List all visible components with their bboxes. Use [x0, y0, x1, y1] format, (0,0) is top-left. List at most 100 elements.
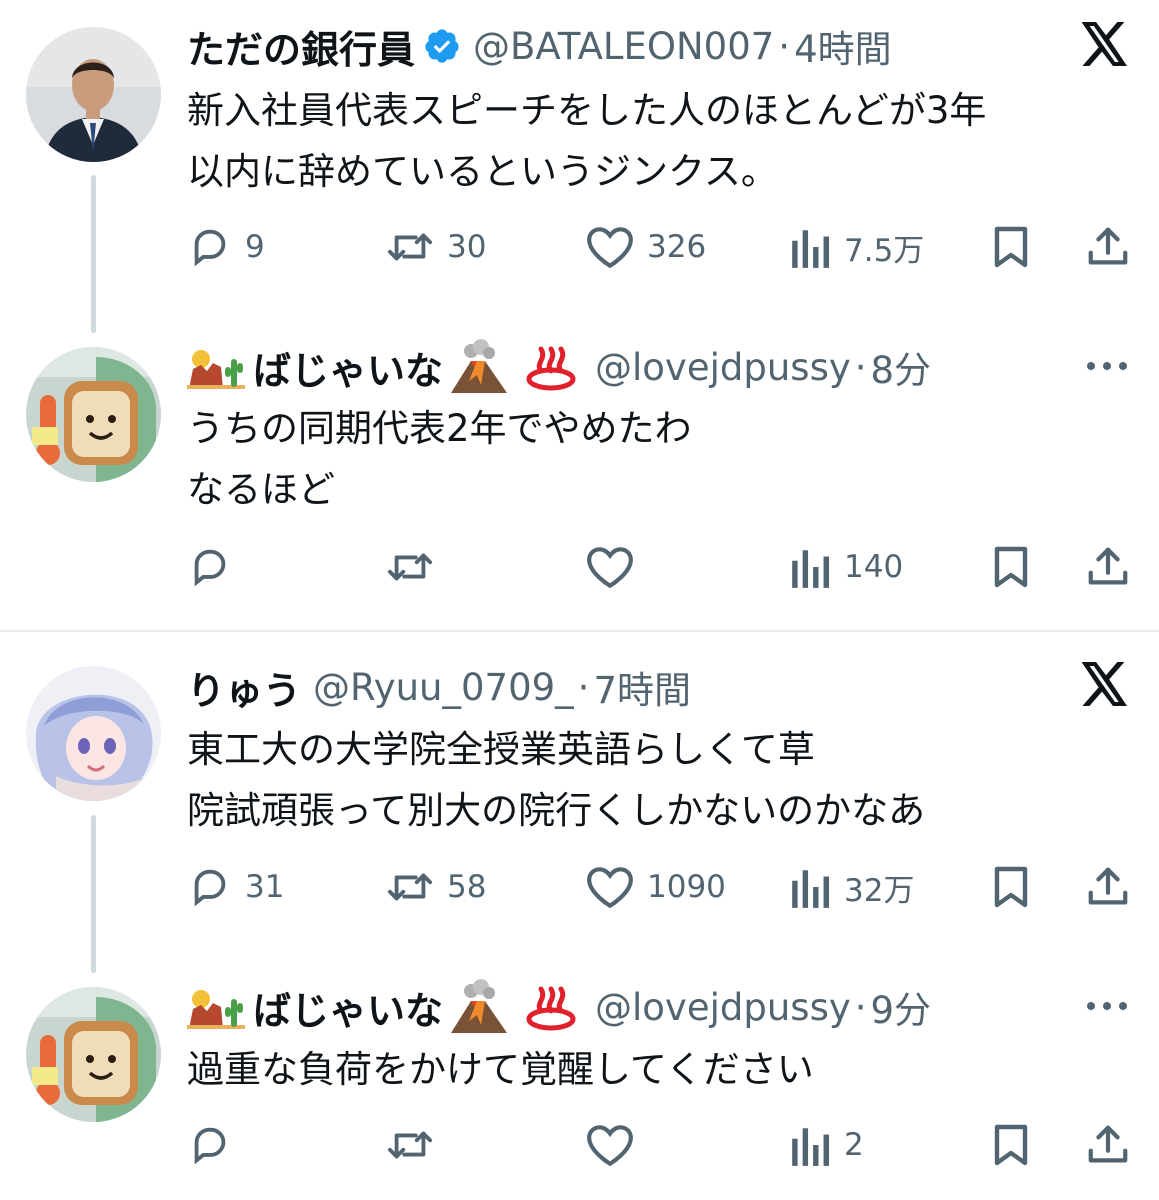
heart-icon [587, 547, 633, 589]
retweet-count: 58 [447, 869, 487, 905]
tweet-text-line: 新入社員代表スピーチをした人のほとんどが3年 [187, 89, 987, 132]
reply-icon [194, 229, 226, 267]
like-button[interactable] [585, 542, 635, 592]
volcano-emoji-icon [447, 339, 509, 395]
views-button[interactable]: 140 [790, 542, 903, 592]
like-button[interactable] [585, 1120, 635, 1170]
retweet-button[interactable] [385, 542, 435, 592]
tweet-text: 東工大の大学院全授業英語らしくて草 院試頑張って別大の院行くしかないのかなあ [187, 719, 925, 841]
tweet-text-line: 東工大の大学院全授業英語らしくて草 [187, 728, 815, 771]
timestamp[interactable]: 9分 [871, 980, 932, 1034]
reply-button[interactable] [187, 1120, 233, 1170]
separator-dot: · [778, 24, 791, 68]
timestamp[interactable]: 7時間 [593, 660, 691, 714]
tweet-header: ばじゃいな @lovejdpussy · 8分 [187, 337, 931, 397]
handle[interactable]: @BATALEON007 [473, 25, 774, 68]
views-chart-icon [792, 230, 829, 268]
heart-icon [587, 227, 633, 269]
hot-springs-emoji-icon [525, 343, 577, 391]
handle[interactable]: @lovejdpussy [595, 986, 851, 1029]
tweet-text-line: なるほど [187, 468, 335, 511]
display-name[interactable]: ばじゃいな [253, 980, 443, 1035]
more-icon[interactable] [1085, 996, 1129, 1020]
hot-springs-emoji-icon [525, 983, 577, 1031]
bookmark-button[interactable] [991, 542, 1031, 592]
retweet-button[interactable]: 58 [385, 862, 486, 912]
like-count: 1090 [647, 869, 726, 905]
bookmark-button[interactable] [991, 862, 1031, 912]
display-name[interactable]: ばじゃいな [253, 340, 443, 395]
reply-count: 9 [245, 229, 265, 265]
handle[interactable]: @lovejdpussy [595, 346, 851, 389]
verified-badge-icon [423, 27, 461, 65]
reply-button[interactable] [187, 542, 233, 592]
share-icon [1088, 547, 1128, 585]
share-icon [1088, 227, 1128, 265]
x-logo-icon[interactable] [1081, 662, 1129, 710]
avatar[interactable] [26, 666, 161, 801]
bookmark-icon [994, 866, 1028, 908]
avatar[interactable] [26, 987, 161, 1122]
tweet-text: 過重な負荷をかけて覚醒してください [187, 1039, 814, 1100]
reply-button[interactable]: 9 [187, 222, 265, 272]
reply-count: 31 [245, 869, 285, 905]
reply-icon [194, 869, 226, 907]
views-count: 7.5万 [844, 232, 925, 269]
reply-button[interactable]: 31 [187, 862, 284, 912]
share-icon [1088, 1125, 1128, 1163]
share-button[interactable] [1085, 542, 1131, 592]
bookmark-icon [994, 1124, 1028, 1166]
retweet-icon [387, 873, 433, 901]
views-chart-icon [792, 1128, 829, 1166]
tweet-text-line: 以内に辞めているというジンクス。 [187, 150, 778, 193]
action-bar: 140 [187, 542, 1132, 592]
share-button[interactable] [1085, 862, 1131, 912]
retweet-button[interactable]: 30 [385, 222, 486, 272]
separator-dot: · [854, 985, 867, 1029]
retweet-icon [387, 1131, 433, 1159]
x-logo-icon[interactable] [1081, 22, 1129, 70]
bookmark-button[interactable] [991, 222, 1031, 272]
retweet-button[interactable] [385, 1120, 435, 1170]
thread-line [91, 815, 96, 973]
heart-icon [587, 1125, 633, 1167]
bookmark-icon [994, 546, 1028, 588]
handle[interactable]: @Ryuu_0709_ [313, 666, 574, 709]
bookmark-button[interactable] [991, 1120, 1031, 1170]
desert-emoji-icon [187, 985, 245, 1029]
like-button[interactable]: 326 [585, 222, 706, 272]
retweet-icon [387, 553, 433, 581]
heart-icon [587, 867, 633, 909]
tweet-text: うちの同期代表2年でやめたわ なるほど [187, 398, 692, 520]
tweet-header: ただの銀行員 @BATALEON007 · 4時間 [187, 16, 892, 76]
share-button[interactable] [1085, 222, 1131, 272]
display-name[interactable]: りゅう [187, 660, 301, 715]
retweet-icon [387, 233, 433, 261]
reply-icon [194, 1127, 226, 1165]
avatar[interactable] [26, 27, 161, 162]
tweet-header: りゅう @Ryuu_0709_ · 7時間 [187, 657, 691, 717]
views-count: 2 [844, 1127, 864, 1163]
views-count: 32万 [844, 872, 915, 909]
views-button[interactable]: 7.5万 [790, 222, 924, 272]
views-button[interactable]: 32万 [790, 862, 914, 912]
share-button[interactable] [1085, 1120, 1131, 1170]
desert-emoji-icon [187, 345, 245, 389]
tweet-text-line: 院試頑張って別大の院行くしかないのかなあ [187, 789, 926, 832]
tweet-text: 新入社員代表スピーチをした人のほとんどが3年 以内に辞めているというジンクス。 [187, 80, 986, 202]
timestamp[interactable]: 4時間 [794, 19, 892, 73]
like-count: 326 [647, 229, 707, 265]
timestamp[interactable]: 8分 [871, 340, 932, 394]
bookmark-icon [994, 226, 1028, 268]
display-name[interactable]: ただの銀行員 [187, 19, 415, 74]
avatar[interactable] [26, 347, 161, 482]
views-count: 140 [844, 549, 904, 585]
tweet-text-line: うちの同期代表2年でやめたわ [187, 407, 692, 450]
thread-line [91, 175, 96, 333]
views-button[interactable]: 2 [790, 1120, 864, 1170]
more-icon[interactable] [1085, 356, 1129, 380]
separator-dot: · [854, 345, 867, 389]
volcano-emoji-icon [447, 979, 509, 1035]
divider [0, 630, 1159, 632]
like-button[interactable]: 1090 [585, 862, 726, 912]
